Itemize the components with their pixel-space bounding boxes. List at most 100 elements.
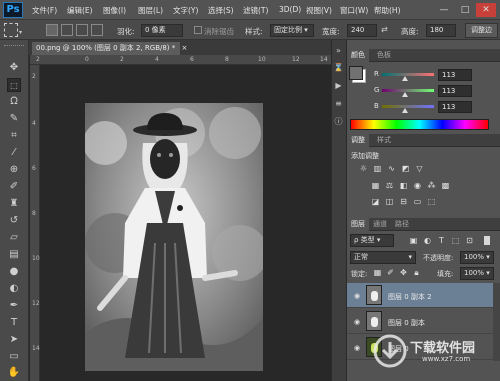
brightness-icon[interactable]: ☼	[358, 163, 369, 174]
menu-window[interactable]: 窗口(W)	[340, 5, 368, 16]
refine-edge-button[interactable]: 调整边	[465, 23, 498, 38]
channel-mixer-icon[interactable]: ⁂	[426, 180, 437, 191]
tab-channels[interactable]: 通道	[369, 218, 391, 231]
tools-grip[interactable]	[4, 45, 24, 49]
filter-type-icon[interactable]: T	[436, 235, 447, 246]
foreground-color-swatch[interactable]	[349, 66, 363, 80]
filter-toggle-icon[interactable]	[484, 236, 490, 245]
curves-icon[interactable]: ∿	[386, 163, 397, 174]
threshold-icon[interactable]: ⊟	[398, 196, 409, 207]
healing-icon[interactable]: ⊕	[7, 163, 21, 177]
fill-input[interactable]: 100% ▾	[460, 267, 494, 280]
move-icon[interactable]: ✥	[7, 61, 21, 75]
pen-icon[interactable]: ✒	[7, 299, 21, 313]
color-spectrum-bar[interactable]	[350, 119, 489, 130]
layer-kind-filter[interactable]: ρ 类型 ▾	[350, 234, 394, 247]
menu-filter[interactable]: 滤镜(T)	[243, 5, 268, 16]
close-window-button[interactable]: ✕	[476, 3, 496, 17]
filter-adjustment-icon[interactable]: ◐	[422, 235, 433, 246]
rectangle-icon[interactable]: ▭	[7, 350, 21, 364]
tab-color[interactable]: 颜色	[347, 49, 369, 62]
photo-filter-icon[interactable]: ◉	[412, 180, 423, 191]
layer-name[interactable]: 图层 0 副本 2	[388, 292, 432, 302]
opacity-input[interactable]: 100% ▾	[460, 251, 494, 264]
filter-pixel-icon[interactable]: ▣	[408, 235, 419, 246]
hand-icon[interactable]: ✋	[7, 366, 21, 380]
feather-input[interactable]: 0 像素	[141, 24, 183, 37]
selective-color-icon[interactable]: ⬚	[426, 196, 437, 207]
preset-dropdown-arrow-icon[interactable]: ▾	[19, 29, 22, 36]
black-white-icon[interactable]: ◧	[398, 180, 409, 191]
lock-all-icon[interactable]: 🔒︎	[411, 267, 422, 278]
tab-adjustments[interactable]: 调整	[347, 134, 369, 147]
stamp-icon[interactable]: ♜	[7, 197, 21, 211]
eyedropper-icon[interactable]: ⁄	[7, 146, 21, 160]
eraser-icon[interactable]: ▱	[7, 231, 21, 245]
width-input[interactable]: 240	[347, 24, 377, 37]
color-balance-icon[interactable]: ⚖	[384, 180, 395, 191]
minimize-button[interactable]: —	[434, 3, 454, 17]
style-select[interactable]: 固定比例 ▾	[270, 24, 314, 37]
red-slider-thumb[interactable]	[402, 76, 409, 81]
antialias-checkbox[interactable]	[194, 26, 202, 34]
info-icon[interactable]: ⓘ	[333, 116, 344, 127]
document-tab-close-icon[interactable]: ×	[182, 44, 188, 52]
visibility-eye-icon[interactable]: ◉	[352, 291, 362, 301]
actions-icon[interactable]: ▶	[333, 80, 344, 91]
green-slider-thumb[interactable]	[402, 92, 409, 97]
blur-icon[interactable]: ●	[7, 265, 21, 279]
visibility-eye-icon[interactable]: ◉	[352, 317, 362, 327]
type-icon[interactable]: T	[7, 316, 21, 330]
menu-help[interactable]: 帮助(H)	[374, 5, 401, 16]
levels-icon[interactable]: ▥	[372, 163, 383, 174]
new-selection-icon[interactable]	[46, 24, 58, 36]
swap-dimensions-icon[interactable]: ⇄	[381, 25, 388, 34]
menu-select[interactable]: 选择(S)	[208, 5, 234, 16]
subtract-selection-icon[interactable]	[76, 24, 88, 36]
menu-layer[interactable]: 图层(L)	[138, 5, 163, 16]
blue-value-input[interactable]: 113	[438, 101, 472, 113]
menu-file[interactable]: 文件(F)	[32, 5, 57, 16]
lock-pixels-icon[interactable]: ✐	[385, 267, 396, 278]
inverted-photo[interactable]	[85, 103, 263, 371]
height-input[interactable]: 180	[426, 24, 456, 37]
green-value-input[interactable]: 113	[438, 85, 472, 97]
marquee-icon[interactable]: ⬚	[7, 78, 21, 92]
tab-swatches[interactable]: 色板	[373, 49, 395, 62]
tab-styles[interactable]: 样式	[373, 134, 395, 147]
lasso-icon[interactable]: ᘯ	[7, 95, 21, 109]
color-lookup-icon[interactable]: ▩	[440, 180, 451, 191]
gradient-map-icon[interactable]: ▭	[412, 196, 423, 207]
quick-select-icon[interactable]: ✎	[7, 112, 21, 126]
tab-paths[interactable]: 路径	[391, 218, 413, 231]
history-brush-icon[interactable]: ↺	[7, 214, 21, 228]
dodge-icon[interactable]: ◐	[7, 282, 21, 296]
brush-icon[interactable]: ✐	[7, 180, 21, 194]
lock-position-icon[interactable]: ✥	[398, 267, 409, 278]
maximize-button[interactable]: □	[455, 3, 475, 17]
gradient-icon[interactable]: ▤	[7, 248, 21, 262]
invert-icon[interactable]: ◪	[370, 196, 381, 207]
filter-smart-object-icon[interactable]: ⊡	[464, 235, 475, 246]
menu-image[interactable]: 图像(I)	[103, 5, 126, 16]
crop-icon[interactable]: ⌗	[7, 129, 21, 143]
vibrance-icon[interactable]: ▽	[414, 163, 425, 174]
layer-name[interactable]: 图层 0 副本	[388, 318, 425, 328]
visibility-eye-icon[interactable]: ◉	[352, 343, 362, 353]
hue-saturation-icon[interactable]: ▦	[370, 180, 381, 191]
posterize-icon[interactable]: ◫	[384, 196, 395, 207]
filter-shape-icon[interactable]: ⬚	[450, 235, 461, 246]
blend-mode-select[interactable]: 正常 ▾	[350, 251, 416, 264]
menu-edit[interactable]: 编辑(E)	[67, 5, 93, 16]
document-tab[interactable]: 00.png @ 100% (图层 0 副本 2, RGB/8) * ×	[32, 42, 187, 55]
exposure-icon[interactable]: ◩	[400, 163, 411, 174]
intersect-selection-icon[interactable]	[91, 24, 103, 36]
path-select-icon[interactable]: ➤	[7, 333, 21, 347]
lock-transparent-icon[interactable]: ▦	[372, 267, 383, 278]
expand-panels-icon[interactable]: »	[333, 45, 344, 56]
marquee-preset-icon[interactable]	[4, 23, 18, 37]
history-icon[interactable]: ⌛	[333, 62, 344, 73]
menu-view[interactable]: 视图(V)	[306, 5, 332, 16]
properties-icon[interactable]: ≡	[333, 98, 344, 109]
menu-3d[interactable]: 3D(D)	[279, 5, 301, 14]
